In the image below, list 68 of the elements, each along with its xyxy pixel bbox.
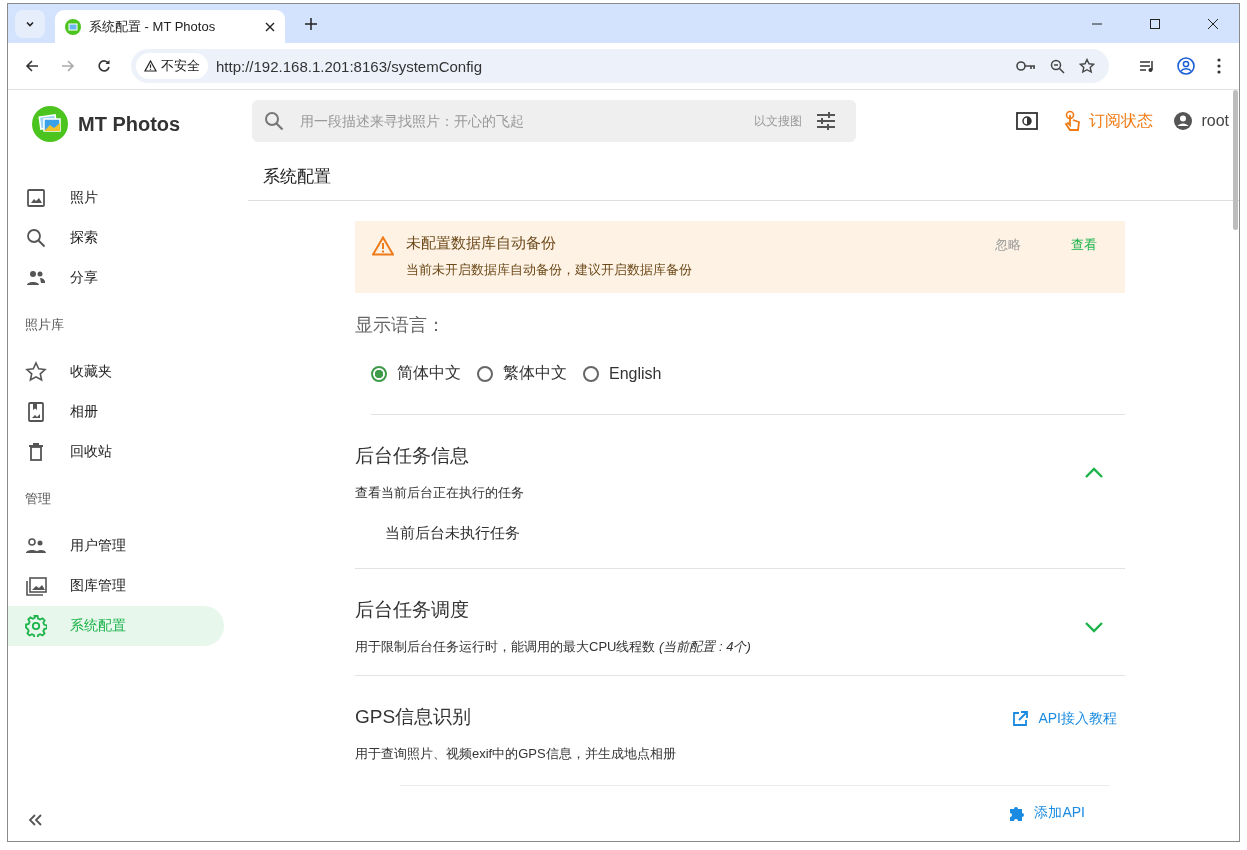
sidebar-item[interactable]: 相册: [8, 392, 224, 432]
close-icon[interactable]: [265, 21, 275, 32]
back-icon[interactable]: [25, 59, 39, 73]
search-icon: [264, 111, 284, 132]
more-icon[interactable]: [1217, 58, 1221, 74]
key-icon[interactable]: [1016, 60, 1036, 72]
filter-icon[interactable]: [816, 112, 836, 131]
star-icon[interactable]: [1079, 58, 1095, 74]
warning-icon: [372, 236, 394, 256]
photos-logo-icon: [32, 106, 68, 142]
section-title: 后台任务信息: [355, 444, 470, 468]
maximize-icon[interactable]: [1149, 17, 1161, 30]
album-icon: [25, 401, 47, 423]
tutorial-link[interactable]: API接入教程: [1012, 710, 1117, 728]
language-radio[interactable]: 简体中文: [371, 363, 461, 384]
star-icon: [25, 361, 47, 383]
settings-icon: [25, 615, 47, 637]
puzzle-icon: [1008, 804, 1027, 822]
scrollbar-thumb[interactable]: [1233, 90, 1238, 230]
account-icon: [1173, 111, 1194, 132]
section-description: 用于查询照片、视频exif中的GPS信息，并生成地点相册: [355, 745, 677, 763]
search-icon: [25, 227, 47, 249]
url-text: http://192.168.1.201:8163/systemConfig: [216, 57, 482, 75]
zoom-out-icon[interactable]: [1050, 58, 1065, 74]
hand-pointer-icon: [1063, 110, 1082, 133]
language-radio[interactable]: 繁体中文: [477, 363, 567, 384]
media-queue-icon[interactable]: [1139, 59, 1155, 73]
search-field[interactable]: 用一段描述来寻找照片：开心的飞起: [298, 112, 740, 131]
section-title: GPS信息识别: [355, 705, 473, 729]
images-icon: [25, 575, 47, 597]
tab-title: 系统配置 - MT Photos: [89, 17, 217, 36]
sidebar-section-label: 管理: [24, 490, 52, 508]
app-name: MT Photos: [78, 112, 181, 136]
sidebar-item[interactable]: 回收站: [8, 432, 224, 472]
chevron-icon[interactable]: [1085, 466, 1103, 479]
user-menu-button[interactable]: root: [1173, 111, 1229, 132]
close-icon[interactable]: [1207, 17, 1219, 30]
language-radio[interactable]: English: [583, 363, 662, 384]
chevron-icon[interactable]: [1085, 620, 1103, 633]
external-link-icon: [1012, 711, 1029, 727]
theme-toggle-icon[interactable]: [1016, 112, 1039, 131]
sidebar-item[interactable]: 分享: [8, 258, 224, 298]
reload-icon[interactable]: [97, 59, 111, 73]
security-chip[interactable]: 不安全: [136, 53, 208, 79]
address-bar[interactable]: 不安全 http://192.168.1.201:8163/systemConfig: [131, 49, 1109, 83]
section-description: 查看当前后台正在执行的任务: [355, 484, 525, 502]
task-status-text: 当前后台未执行任务: [385, 524, 521, 543]
add-api-button[interactable]: 添加API: [1008, 804, 1085, 822]
browser-tab[interactable]: 系统配置 - MT Photos: [55, 10, 285, 43]
photos-logo-icon: [65, 18, 81, 35]
warning-icon: [144, 60, 157, 72]
sidebar-item[interactable]: 探索: [8, 218, 224, 258]
sidebar-item[interactable]: 用户管理: [8, 526, 224, 566]
alert-message: 当前未开启数据库自动备份，建议开启数据库备份: [406, 262, 693, 279]
language-label: 显示语言：: [355, 314, 446, 337]
section-description: 用于限制后台任务运行时，能调用的最大CPU线程数 (当前配置 : 4个): [355, 638, 752, 656]
collapse-sidebar-icon[interactable]: [27, 813, 43, 827]
page-title: 系统配置: [263, 165, 331, 188]
section-title: 后台任务调度: [355, 598, 470, 622]
sidebar-item[interactable]: 照片: [8, 178, 224, 218]
sidebar-item[interactable]: 收藏夹: [8, 352, 224, 392]
alert-title: 未配置数据库自动备份: [406, 234, 557, 253]
image-icon: [25, 187, 47, 209]
new-tab-icon[interactable]: [305, 17, 317, 30]
sidebar-item[interactable]: 图库管理: [8, 566, 224, 606]
search-mode-label: 以文搜图: [754, 112, 802, 130]
sidebar-section-label: 照片库: [24, 316, 65, 334]
profile-icon[interactable]: [1177, 57, 1195, 75]
